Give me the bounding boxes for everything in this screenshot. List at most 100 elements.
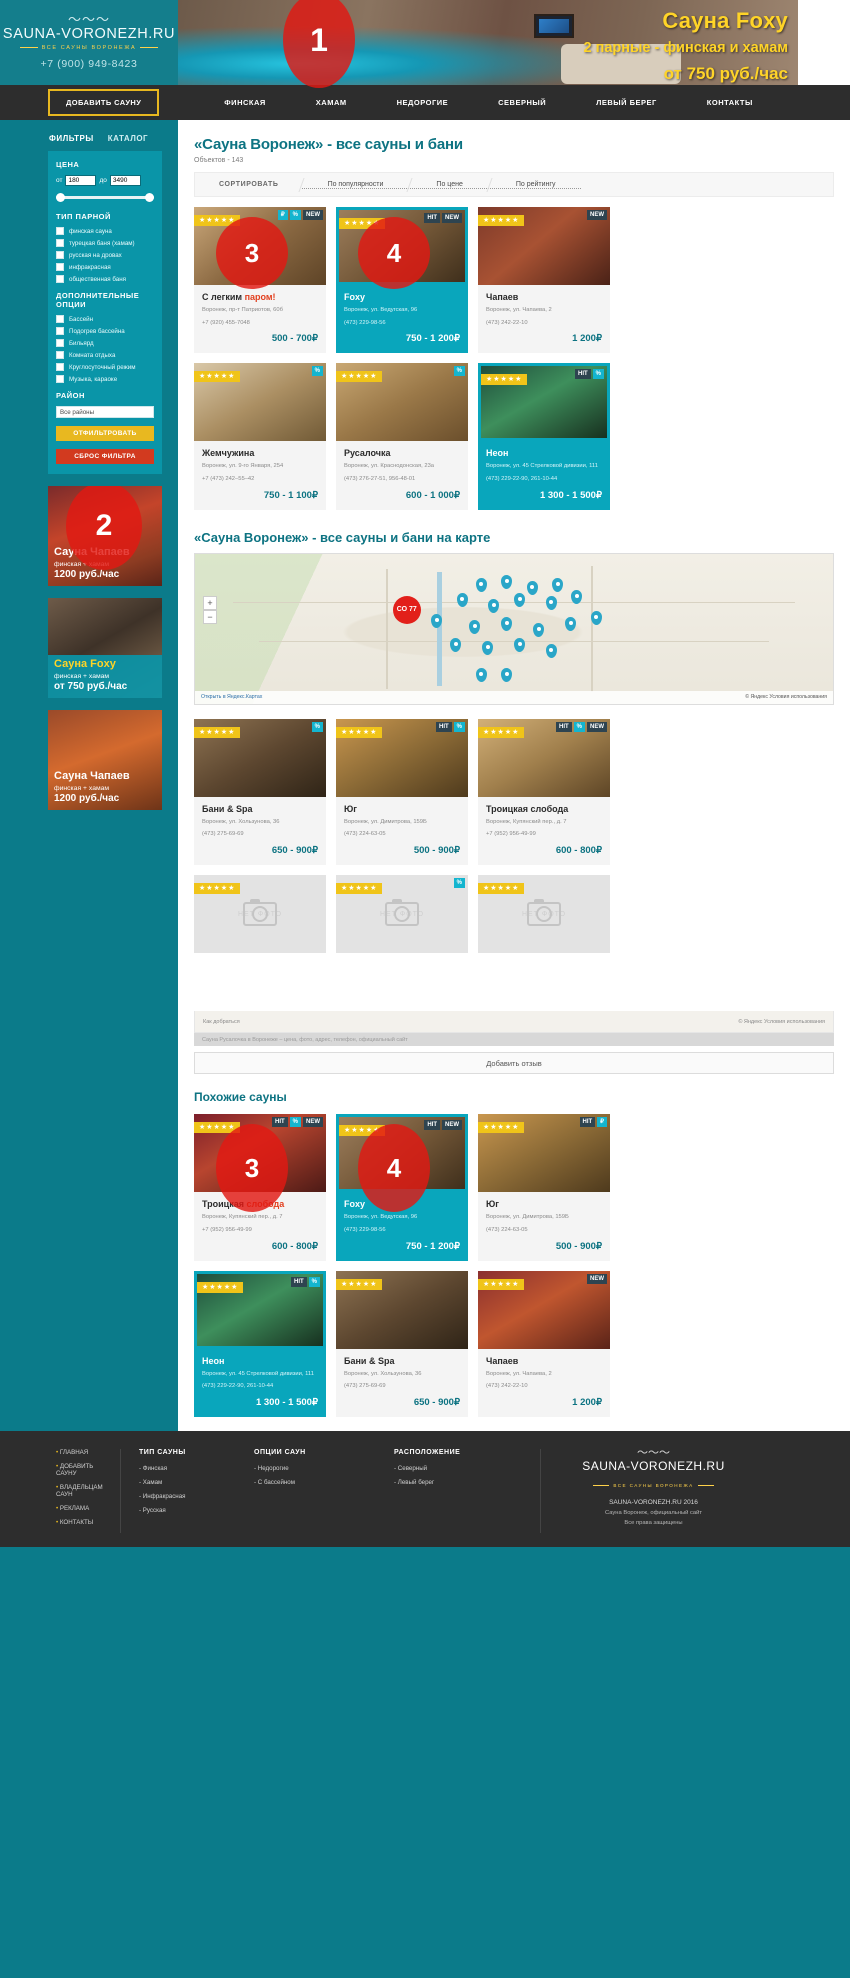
footer-link-infrared[interactable]: - Инфракрасная bbox=[139, 1493, 226, 1500]
sort-by-rating[interactable]: По рейтингу bbox=[489, 181, 582, 189]
sauna-phone[interactable]: (473) 276-27-51, 956-48-01 bbox=[344, 475, 460, 484]
header-phone[interactable]: +7 (900) 949-8423 bbox=[41, 58, 138, 70]
footer-link-pool[interactable]: - С бассейном bbox=[254, 1479, 366, 1486]
sauna-card-placeholder[interactable]: ★★★★★ % НЕТ ФОТО bbox=[336, 875, 468, 954]
nav-item-kontakty[interactable]: КОНТАКТЫ bbox=[707, 98, 753, 107]
footer-link-levy-bereg[interactable]: - Левый берег bbox=[394, 1479, 526, 1486]
nav-item-severny[interactable]: СЕВЕРНЫЙ bbox=[498, 98, 546, 107]
price-to-input[interactable] bbox=[109, 175, 141, 186]
checkbox[interactable] bbox=[56, 339, 64, 347]
checkbox[interactable] bbox=[56, 239, 64, 247]
sauna-name[interactable]: Русалочка bbox=[344, 448, 460, 458]
filter-extra-option[interactable]: Музыка, караоке bbox=[56, 375, 154, 383]
sauna-phone[interactable]: (473) 229-98-56 bbox=[344, 319, 460, 328]
saunas-map[interactable]: СО 77 + − Открыть в Яндекс.Картах © Янде… bbox=[194, 552, 834, 705]
footer-link-finskaya[interactable]: - Финская bbox=[139, 1465, 226, 1472]
sauna-phone[interactable]: (473) 275-69-69 bbox=[202, 830, 318, 839]
sauna-phone[interactable]: (473) 242-22-10 bbox=[486, 1382, 602, 1391]
add-review-button[interactable]: Добавить отзыв bbox=[194, 1052, 834, 1075]
footer-link-russkaya[interactable]: - Русская bbox=[139, 1507, 226, 1514]
map-cluster-marker[interactable]: СО 77 bbox=[392, 595, 421, 624]
footer-link-hamam[interactable]: - Хамам bbox=[139, 1479, 226, 1486]
price-slider[interactable] bbox=[56, 192, 154, 202]
filter-steam-option[interactable]: финская сауна bbox=[56, 227, 154, 235]
filter-extra-option[interactable]: Комната отдыха bbox=[56, 351, 154, 359]
sauna-card[interactable]: ★★★★★ % Русалочка Воронеж, ул. Краснодон… bbox=[336, 363, 468, 510]
sauna-name[interactable]: Юг bbox=[344, 804, 460, 814]
sauna-name[interactable]: Жемчужина bbox=[202, 448, 318, 458]
sidebar-tab-catalog[interactable]: КАТАЛОГ bbox=[108, 134, 148, 143]
map-pin[interactable] bbox=[526, 580, 538, 595]
footer-link-contacts[interactable]: КОНТАКТЫ bbox=[56, 1519, 106, 1526]
map-zoom-in-button[interactable]: + bbox=[203, 595, 217, 610]
nav-item-hamam[interactable]: ХАМАМ bbox=[316, 98, 347, 107]
checkbox[interactable] bbox=[56, 363, 64, 371]
filter-steam-option[interactable]: общественная баня bbox=[56, 275, 154, 283]
filter-extra-option[interactable]: Подогрев бассейна bbox=[56, 327, 154, 335]
district-select[interactable]: Все районы bbox=[56, 406, 154, 418]
map-pin[interactable] bbox=[514, 592, 525, 607]
map-pin[interactable] bbox=[590, 610, 602, 625]
sauna-card[interactable]: ★★★★★ HIT NEW Foxy Воронеж, ул. Ведугска… bbox=[336, 207, 468, 354]
sidebar-promo-2[interactable]: Сауна Foxy финская + хамам от 750 руб./ч… bbox=[48, 598, 162, 698]
sort-by-price[interactable]: По цене bbox=[410, 181, 489, 189]
checkbox[interactable] bbox=[56, 375, 64, 383]
sauna-phone[interactable]: (473) 229-98-56 bbox=[344, 1226, 460, 1235]
filter-extra-option[interactable]: Круглосуточный режим bbox=[56, 363, 154, 371]
checkbox[interactable] bbox=[56, 227, 64, 235]
secondary-map-strip[interactable]: Как добраться © Яндекс Условия использов… bbox=[194, 1011, 834, 1034]
map-pin[interactable] bbox=[456, 592, 468, 607]
sauna-name[interactable]: Неон bbox=[202, 1356, 318, 1366]
footer-link-owners[interactable]: ВЛАДЕЛЬЦАМ САУН bbox=[56, 1484, 106, 1498]
sauna-name[interactable]: С легким паром! bbox=[202, 292, 318, 302]
map-open-link[interactable]: Открыть в Яндекс.Картах bbox=[201, 694, 262, 700]
filter-extra-option[interactable]: Бильярд bbox=[56, 339, 154, 347]
checkbox[interactable] bbox=[56, 263, 64, 271]
site-logo[interactable]: 〜〜〜 SAUNA-VORONEZH.RU ВСЕ САУНЫ ВОРОНЕЖА… bbox=[0, 0, 178, 85]
footer-link-add-sauna[interactable]: ДОБАВИТЬ САУНУ bbox=[56, 1463, 106, 1477]
map-directions-link[interactable]: Как добраться bbox=[203, 1019, 240, 1025]
sauna-name[interactable]: Foxy bbox=[344, 292, 460, 302]
sidebar-promo-3[interactable]: Сауна Чапаев финская + хамам 1200 руб./ч… bbox=[48, 710, 162, 810]
slider-knob-max[interactable] bbox=[145, 193, 154, 202]
map-pin[interactable] bbox=[514, 637, 525, 652]
map-pin[interactable] bbox=[545, 595, 557, 610]
map-pin[interactable] bbox=[565, 616, 577, 631]
sauna-name[interactable]: Чапаев bbox=[486, 292, 602, 302]
sauna-phone[interactable]: (473) 242-22-10 bbox=[486, 319, 602, 328]
sauna-card[interactable]: ★★★★★ % Бани & Spa Воронеж, ул. Хользуно… bbox=[194, 718, 326, 866]
map-zoom-out-button[interactable]: − bbox=[203, 609, 217, 624]
sauna-phone[interactable]: (473) 224-63-05 bbox=[486, 1226, 602, 1235]
filter-steam-option[interactable]: инфракрасная bbox=[56, 263, 154, 271]
sauna-name[interactable]: Юг bbox=[486, 1199, 602, 1209]
sauna-phone[interactable]: +7 (952) 956-49-99 bbox=[202, 1226, 318, 1235]
sauna-card-placeholder[interactable]: ★★★★★ НЕТ ФОТО bbox=[478, 875, 610, 954]
map-zoom-controls[interactable]: + − bbox=[203, 595, 217, 624]
sauna-name[interactable]: Неон bbox=[486, 448, 602, 458]
checkbox[interactable] bbox=[56, 315, 64, 323]
sauna-card[interactable]: ★★★★★ HIT % Юг Воронеж, ул. Димитрова, 1… bbox=[336, 718, 468, 866]
nav-item-finskaya[interactable]: ФИНСКАЯ bbox=[224, 98, 266, 107]
sauna-card[interactable]: ★★★★★ HIT % NEW Троицкая слобода Воронеж… bbox=[194, 1114, 326, 1261]
sauna-name[interactable]: Бани & Spa bbox=[344, 1356, 460, 1366]
nav-add-sauna-button[interactable]: ДОБАВИТЬ САУНУ bbox=[48, 89, 160, 116]
sort-by-popularity[interactable]: По популярности bbox=[301, 181, 410, 189]
sauna-card[interactable]: ★★★★★ HIT % Неон Воронеж, ул. 45 Стрелко… bbox=[194, 1270, 326, 1417]
price-from-input[interactable] bbox=[65, 175, 97, 186]
sauna-phone[interactable]: +7 (952) 956-49-99 bbox=[486, 830, 602, 839]
sauna-name[interactable]: Чапаев bbox=[486, 1356, 602, 1366]
checkbox[interactable] bbox=[56, 275, 64, 283]
sauna-card[interactable]: ★★★★★ NEW Чапаев Воронеж, ул. Чапаева, 2… bbox=[478, 207, 610, 354]
sidebar-promo-1[interactable]: Сауна Чапаев финская + хамам 1200 руб./ч… bbox=[48, 486, 162, 586]
map-pin[interactable] bbox=[545, 643, 557, 658]
sauna-card[interactable]: ★★★★★ % Жемчужина Воронеж, ул. 9-го Янва… bbox=[194, 363, 326, 510]
filter-steam-option[interactable]: турецкая баня (хамам) bbox=[56, 239, 154, 247]
sauna-name[interactable]: Бани & Spa bbox=[202, 804, 318, 814]
sauna-phone[interactable]: (473) 224-63-05 bbox=[344, 830, 460, 839]
apply-filter-button[interactable]: ОТФИЛЬТРОВАТЬ bbox=[56, 426, 154, 441]
footer-link-ads[interactable]: РЕКЛАМА bbox=[56, 1505, 106, 1512]
sidebar-tab-filters[interactable]: ФИЛЬТРЫ bbox=[49, 134, 94, 143]
sauna-card[interactable]: ★★★★★ HIT % Неон Воронеж, ул. 45 Стрелко… bbox=[478, 363, 610, 510]
sauna-card[interactable]: ★★★★★ HIT ₽ Юг Воронеж, ул. Димитрова, 1… bbox=[478, 1114, 610, 1261]
footer-link-severny[interactable]: - Северный bbox=[394, 1465, 526, 1472]
